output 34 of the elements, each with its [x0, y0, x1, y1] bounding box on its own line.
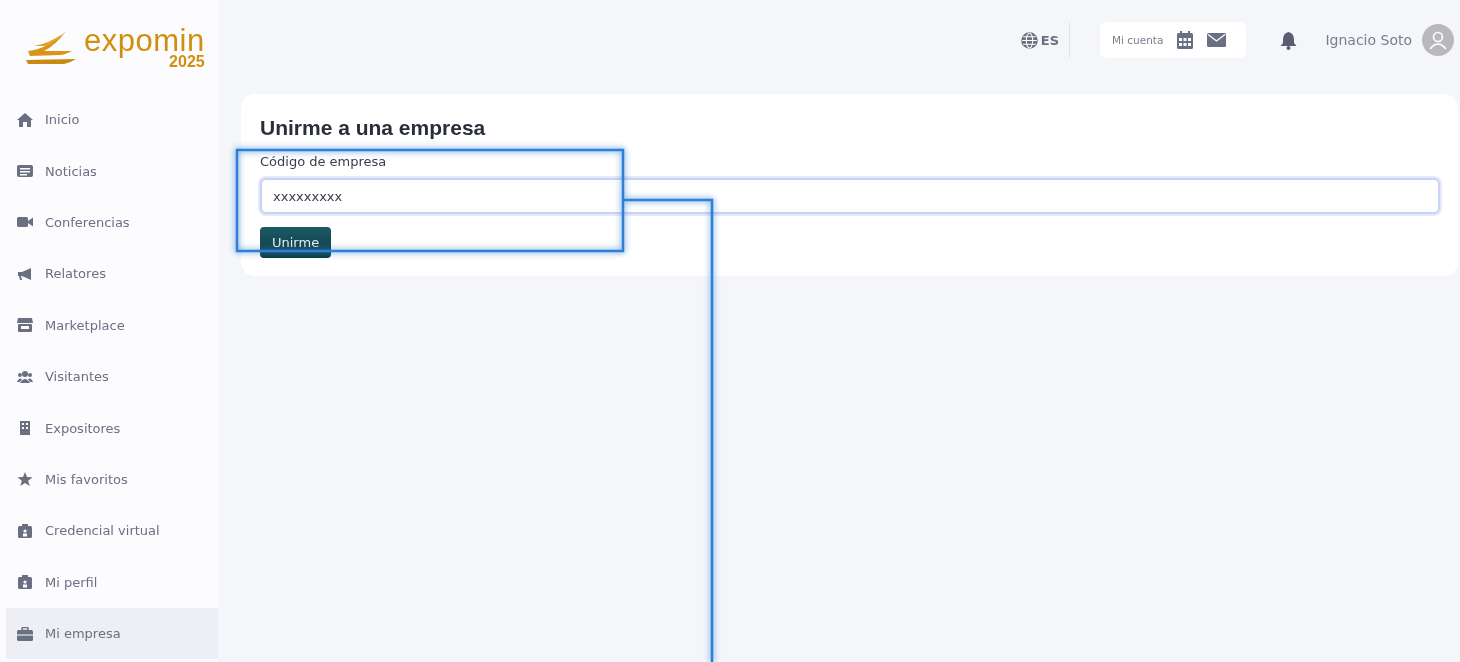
building-icon — [17, 421, 33, 436]
language-selector[interactable]: ES — [1020, 22, 1070, 58]
star-icon — [17, 472, 33, 487]
sidebar-item[interactable]: Marketplace — [6, 299, 218, 351]
field-label: Código de empresa — [260, 154, 387, 169]
newspaper-icon — [17, 164, 33, 179]
sidebar-item[interactable]: Expositores — [6, 402, 218, 454]
sidebar-item[interactable]: Noticias — [6, 145, 218, 197]
mail-icon[interactable] — [1207, 33, 1227, 47]
home-icon — [17, 112, 33, 127]
store-icon — [17, 318, 33, 333]
join-button[interactable]: Unirme — [260, 227, 332, 258]
id-badge-icon — [17, 575, 33, 590]
sidebar-item[interactable]: Mis favoritos — [6, 453, 218, 506]
video-camera-icon — [17, 215, 33, 230]
sidebar-item[interactable]: Mi perfil — [6, 556, 218, 608]
sidebar-item[interactable]: Mi empresa — [6, 607, 218, 660]
user-name[interactable]: Ignacio Soto — [1325, 32, 1412, 48]
brand-name: expomin — [84, 24, 205, 56]
sidebar-item[interactable]: Inicio — [6, 94, 218, 146]
account-label: Mi cuenta — [1112, 34, 1164, 46]
notification-bell-icon[interactable] — [1280, 30, 1298, 50]
megaphone-icon — [17, 266, 33, 281]
page-title: Unirme a una empresa — [260, 116, 486, 140]
sidebar-item[interactable]: Relatores — [6, 248, 218, 300]
briefcase-icon — [17, 626, 33, 641]
input-field[interactable]: xxxxxxxxx — [260, 178, 1440, 214]
calendar-icon[interactable] — [1177, 31, 1194, 49]
sidebar-item[interactable]: Credencial virtual — [6, 505, 218, 557]
sidebar-item[interactable]: Visitantes — [6, 350, 218, 403]
globe-icon — [1020, 31, 1038, 49]
sidebar-item[interactable]: Conferencias — [6, 196, 218, 249]
users-icon — [17, 369, 33, 384]
id-badge-icon — [17, 523, 33, 538]
